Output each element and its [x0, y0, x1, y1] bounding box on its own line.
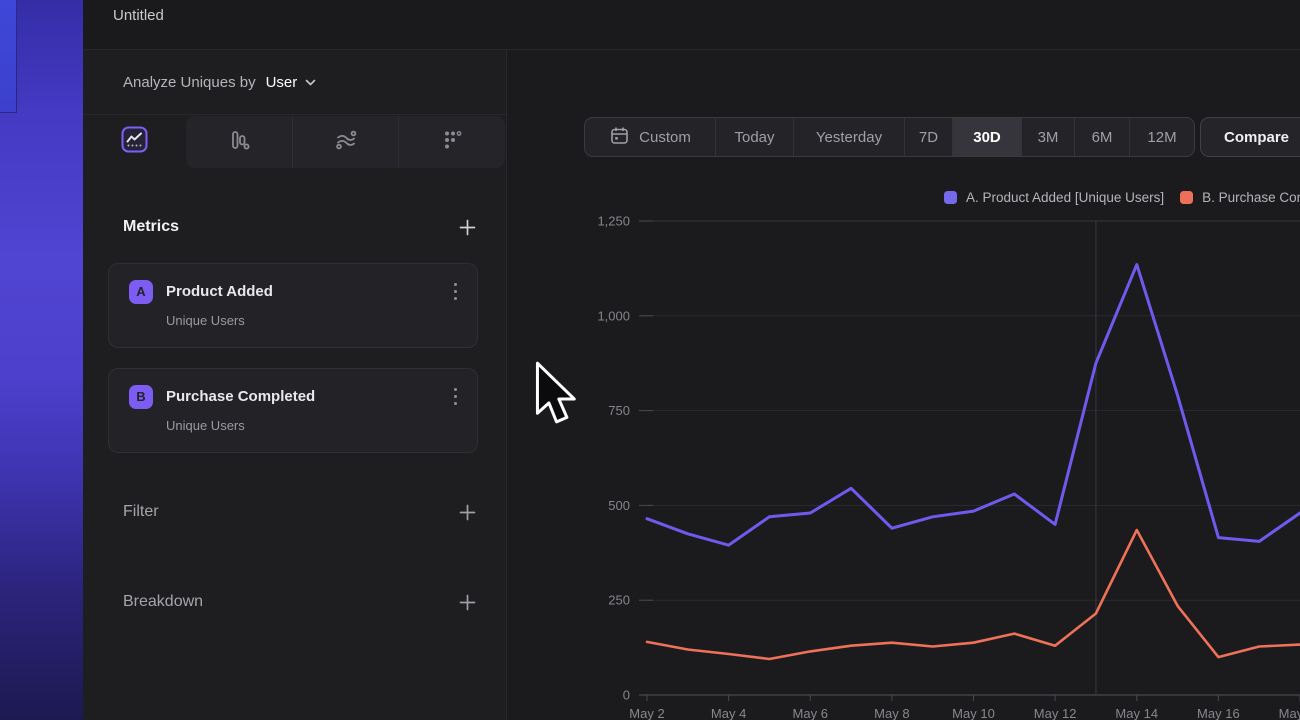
- range-3m[interactable]: 3M: [1021, 118, 1074, 156]
- range-label: 7D: [919, 129, 938, 146]
- metric-menu-button[interactable]: [450, 279, 461, 304]
- tab-dots-funnel[interactable]: [398, 116, 505, 168]
- range-label: Custom: [639, 129, 691, 146]
- legend-item-b[interactable]: B. Purchase Completed [Unique Users]: [1180, 190, 1300, 205]
- add-filter-button[interactable]: [456, 501, 478, 523]
- metric-badge-a: A: [129, 280, 153, 304]
- svg-text:May 14: May 14: [1115, 706, 1158, 720]
- date-range-selector: Custom Today Yesterday 7D 30D 3M 6M 12M: [584, 117, 1195, 157]
- svg-text:1,250: 1,250: [597, 214, 630, 229]
- filter-section-row: Filter: [123, 496, 478, 528]
- legend-item-a[interactable]: A. Product Added [Unique Users]: [944, 190, 1164, 205]
- query-panel: Analyze Uniques by User: [83, 50, 506, 720]
- legend-swatch-purple: [944, 191, 957, 204]
- line-chart-icon: [121, 126, 148, 158]
- add-breakdown-button[interactable]: [456, 591, 478, 613]
- analyze-value-dropdown[interactable]: User: [266, 74, 298, 91]
- breakdown-section-row: Breakdown: [123, 586, 478, 618]
- tab-line-chart[interactable]: [83, 115, 186, 169]
- analyze-uniques-row: Analyze Uniques by User: [83, 50, 506, 115]
- svg-text:750: 750: [608, 403, 630, 418]
- bar-chart-icon: [226, 127, 252, 158]
- svg-text:1,000: 1,000: [597, 308, 630, 323]
- calendar-icon: [609, 125, 630, 150]
- dots-funnel-icon: [439, 127, 465, 158]
- svg-text:0: 0: [623, 688, 630, 703]
- range-label: 30D: [973, 129, 1001, 146]
- svg-text:May 6: May 6: [793, 706, 828, 720]
- document-title: Untitled: [113, 7, 164, 24]
- app-window: Untitled Analyze Uniques by User: [0, 0, 1300, 720]
- svg-text:May 18: May 18: [1279, 706, 1300, 720]
- svg-text:500: 500: [608, 498, 630, 513]
- range-30d[interactable]: 30D: [952, 118, 1021, 156]
- metric-title: Product Added: [166, 283, 450, 300]
- metric-measure: Unique Users: [166, 313, 461, 328]
- chevron-down-icon[interactable]: [305, 79, 316, 86]
- range-6m[interactable]: 6M: [1074, 118, 1129, 156]
- range-label: 3M: [1038, 129, 1059, 146]
- top-bar: Untitled: [83, 0, 1300, 50]
- stream-chart-icon: [333, 127, 359, 158]
- svg-text:May 2: May 2: [629, 706, 664, 720]
- range-7d[interactable]: 7D: [904, 118, 952, 156]
- add-metric-button[interactable]: [456, 216, 478, 238]
- range-12m[interactable]: 12M: [1129, 118, 1194, 156]
- tab-bar-chart[interactable]: [186, 116, 292, 168]
- svg-text:May 16: May 16: [1197, 706, 1240, 720]
- metrics-title: Metrics: [123, 218, 179, 236]
- chart-type-tabs: [83, 115, 506, 169]
- compare-label: Compare: [1224, 129, 1289, 146]
- chart-type-tab-group: [186, 116, 505, 168]
- svg-text:May 12: May 12: [1034, 706, 1077, 720]
- metric-title: Purchase Completed: [166, 388, 450, 405]
- range-label: 6M: [1092, 129, 1113, 146]
- legend-label: B. Purchase Completed [Unique Users]: [1202, 190, 1300, 205]
- tab-stream-chart[interactable]: [292, 116, 399, 168]
- range-yesterday[interactable]: Yesterday: [793, 118, 904, 156]
- filter-title: Filter: [123, 503, 159, 521]
- chart-legend: A. Product Added [Unique Users] B. Purch…: [944, 190, 1300, 205]
- background-gradient-corner: [0, 0, 17, 113]
- svg-text:May 10: May 10: [952, 706, 995, 720]
- metric-measure: Unique Users: [166, 418, 461, 433]
- metric-menu-button[interactable]: [450, 384, 461, 409]
- metrics-section-header: Metrics: [123, 213, 478, 241]
- analyze-label: Analyze Uniques by: [123, 74, 256, 91]
- range-custom[interactable]: Custom: [585, 118, 715, 156]
- svg-text:May 4: May 4: [711, 706, 746, 720]
- svg-text:May 8: May 8: [874, 706, 909, 720]
- svg-text:250: 250: [608, 593, 630, 608]
- range-label: 12M: [1147, 129, 1176, 146]
- legend-label: A. Product Added [Unique Users]: [966, 190, 1164, 205]
- metric-card-product-added[interactable]: A Product Added Unique Users: [108, 263, 478, 348]
- legend-swatch-orange: [1180, 191, 1193, 204]
- metric-badge-b: B: [129, 385, 153, 409]
- range-today[interactable]: Today: [715, 118, 793, 156]
- range-label: Yesterday: [816, 129, 882, 146]
- compare-button[interactable]: Compare: [1200, 117, 1300, 157]
- metric-card-purchase-completed[interactable]: B Purchase Completed Unique Users: [108, 368, 478, 453]
- range-label: Today: [734, 129, 774, 146]
- breakdown-title: Breakdown: [123, 593, 203, 611]
- line-chart-plot[interactable]: 0 250 500 750 1,000 1,250 May 2 May 4 May 6 May 8…: [506, 210, 1300, 720]
